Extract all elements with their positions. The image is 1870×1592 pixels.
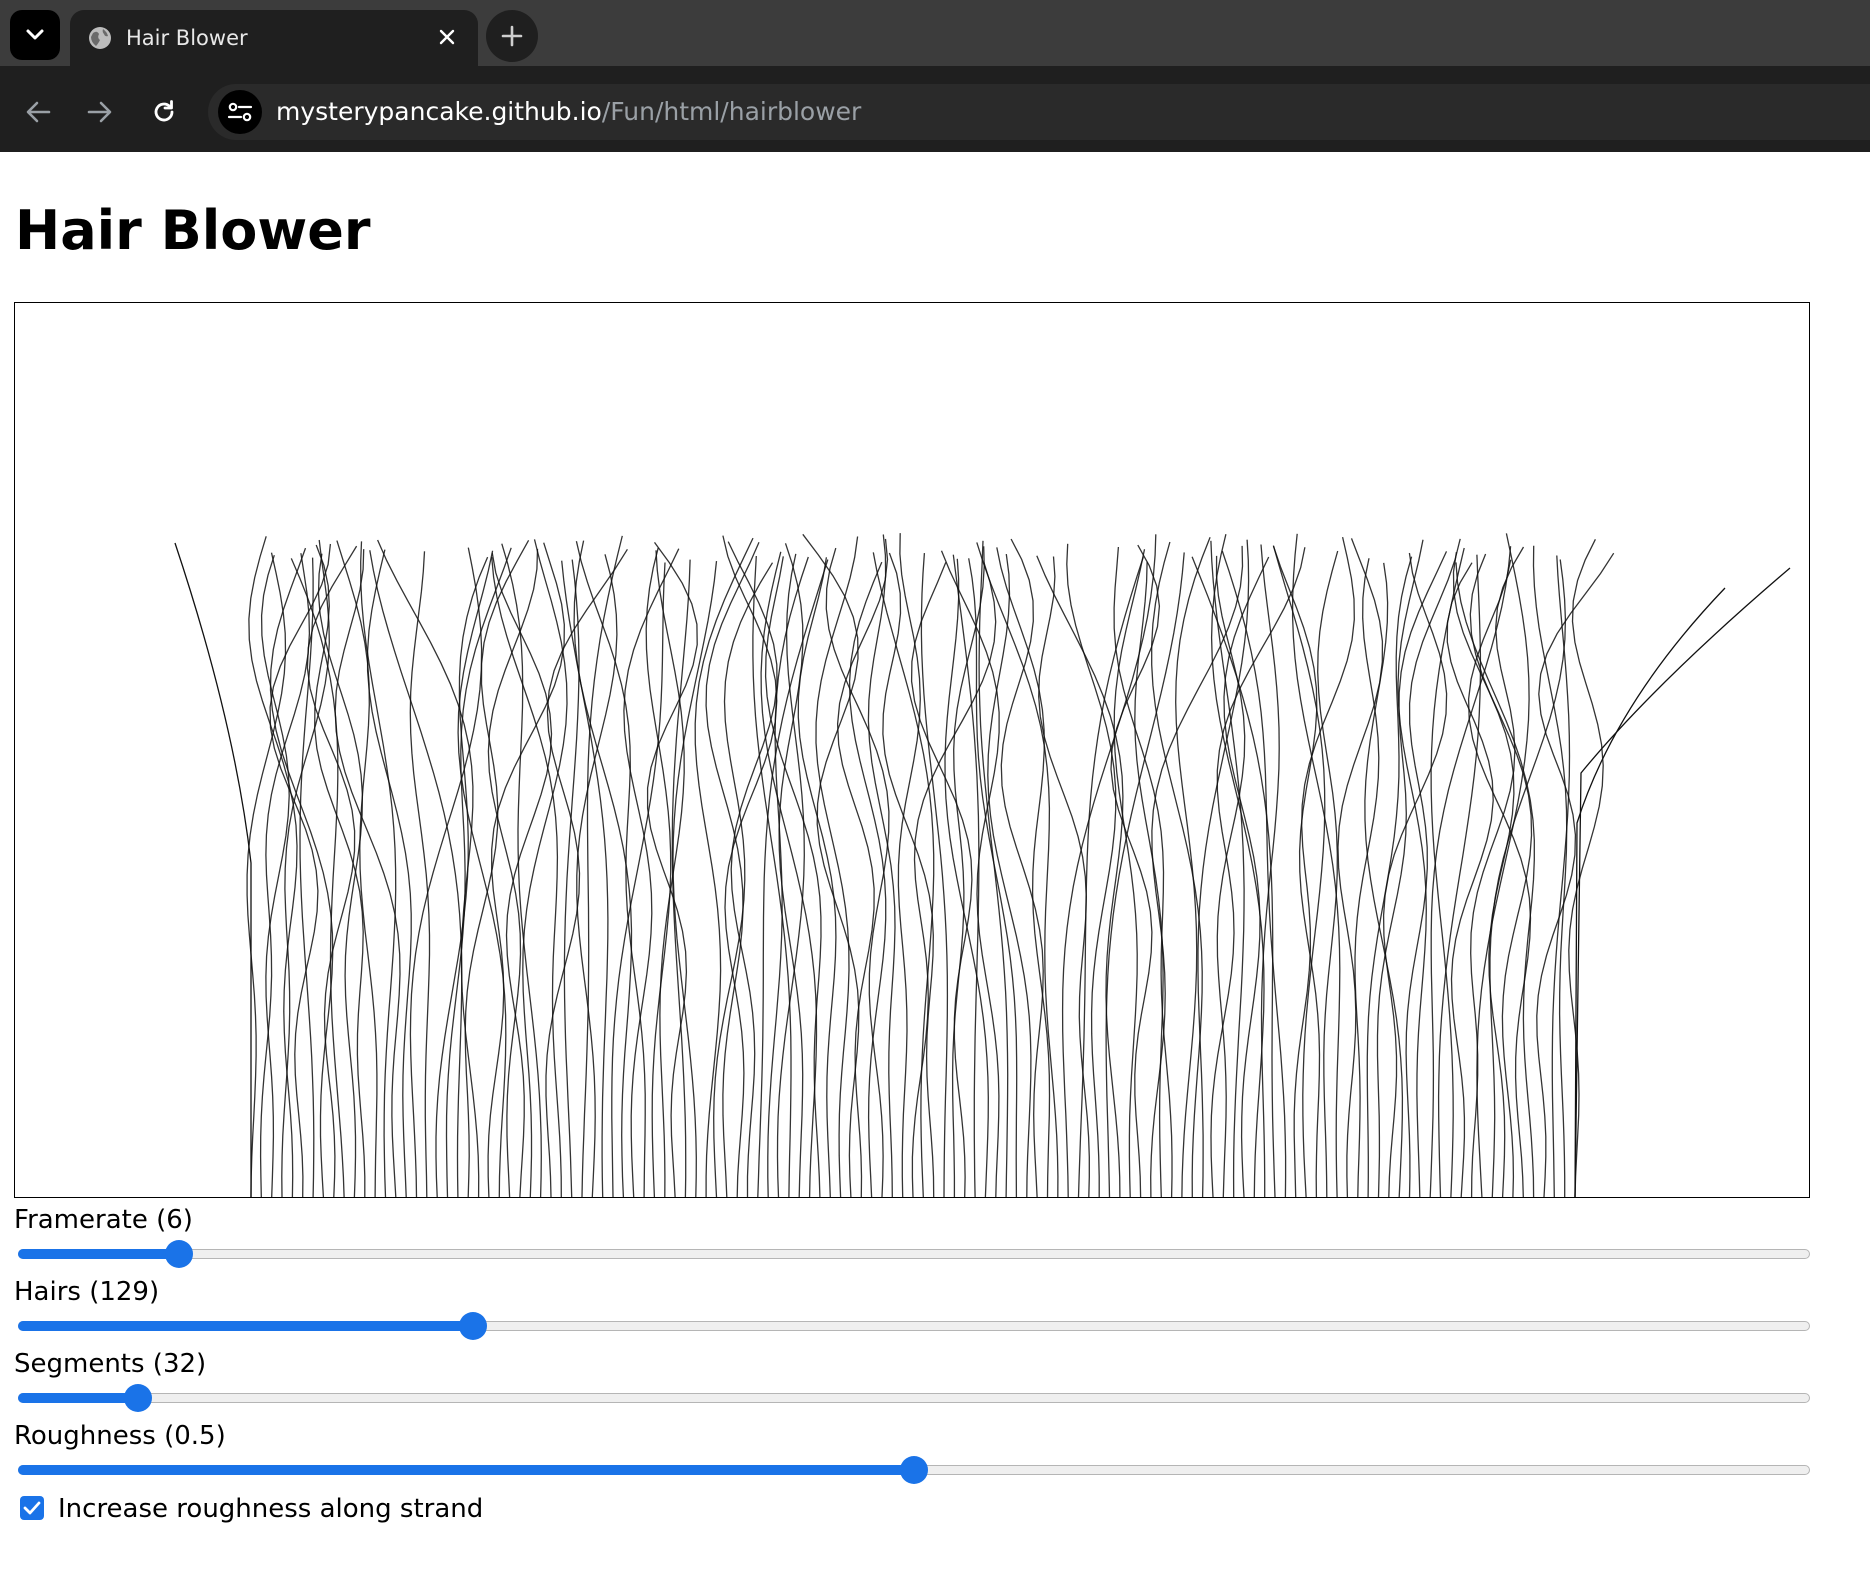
hair-strand (867, 534, 896, 1197)
slider-thumb[interactable] (459, 1312, 487, 1340)
hair-strand (815, 536, 859, 1197)
url-path: /Fun/html/hairblower (601, 97, 862, 126)
hair-strand (174, 542, 252, 1197)
hair-strand (576, 554, 618, 1197)
hair-strand (1532, 545, 1568, 1197)
segments-label: Segments (32) (14, 1349, 207, 1379)
chevron-down-icon (26, 29, 44, 40)
slider-fill (18, 1321, 473, 1331)
close-tab-icon[interactable] (432, 22, 462, 52)
arrow-right-icon (87, 101, 112, 123)
hair-strand (545, 548, 628, 1197)
hair-strand (882, 552, 935, 1197)
hair-strand (1175, 537, 1211, 1197)
tab-strip: Hair Blower (0, 0, 1870, 72)
hair-strand (1551, 555, 1571, 1197)
slider-thumb[interactable] (124, 1384, 152, 1412)
hair-strand (290, 558, 345, 1197)
hairs-label: Hairs (129) (14, 1277, 160, 1307)
hair-strand (1272, 545, 1326, 1197)
hair-canvas[interactable] (14, 302, 1810, 1198)
hair-strand (409, 547, 483, 1197)
hair-strand (435, 556, 489, 1197)
reload-button[interactable] (142, 90, 186, 134)
hair-strand (1452, 552, 1515, 1197)
segments-slider[interactable] (18, 1384, 1810, 1412)
hair-strand (1446, 562, 1494, 1197)
site-info-button[interactable] (218, 90, 262, 134)
address-bar[interactable]: mysterypancake.github.io/Fun/html/hairbl… (208, 84, 1870, 140)
plus-icon (501, 25, 523, 47)
hair-strand (366, 549, 412, 1197)
roughness-label: Roughness (0.5) (14, 1421, 226, 1451)
back-button[interactable] (16, 90, 60, 134)
hair-strand (671, 559, 691, 1197)
arrow-left-icon (26, 101, 51, 123)
slider-fill (18, 1465, 914, 1475)
hair-strands (174, 533, 1791, 1197)
hair-strand (920, 553, 949, 1197)
slider-track (18, 1249, 1810, 1259)
hair-strand (968, 558, 1018, 1197)
hair-strand (1260, 544, 1280, 1197)
slider-fill (18, 1249, 179, 1259)
hair-strand (1272, 545, 1321, 1197)
hair-strand (1077, 556, 1144, 1197)
slider-fill (18, 1393, 138, 1403)
hair-strand (445, 547, 512, 1197)
forward-button[interactable] (78, 90, 122, 134)
hair-strand (1105, 552, 1185, 1197)
tab-title: Hair Blower (126, 26, 248, 50)
checkmark-icon (23, 1501, 41, 1515)
hair-strand (360, 541, 397, 1197)
url-text: mysterypancake.github.io/Fun/html/hairbl… (276, 96, 861, 128)
reload-icon (154, 100, 174, 122)
increase-roughness-checkbox[interactable] (20, 1496, 44, 1520)
hair-strand (299, 557, 315, 1197)
hair-strand (522, 539, 568, 1197)
hair-strand (987, 554, 1032, 1197)
hairs-slider[interactable] (18, 1312, 1810, 1340)
hair-strand (978, 540, 1009, 1197)
hair-strand (377, 539, 480, 1197)
framerate-slider[interactable] (18, 1240, 1810, 1268)
hair-strand (1354, 558, 1380, 1197)
hair-strand (336, 540, 378, 1197)
hair-strand (487, 542, 565, 1197)
tab-active[interactable]: Hair Blower (70, 10, 478, 72)
tune-icon (227, 102, 253, 122)
roughness-slider[interactable] (18, 1456, 1810, 1484)
hair-strand (306, 545, 358, 1197)
page-title: Hair Blower (15, 199, 371, 262)
hair-strand (611, 562, 666, 1197)
increase-roughness-label: Increase roughness along strand (58, 1494, 484, 1524)
hair-strand (764, 556, 822, 1197)
hair-strand (1066, 543, 1117, 1197)
hair-strand (491, 556, 562, 1197)
hair-strand (575, 541, 646, 1197)
slider-thumb[interactable] (900, 1456, 928, 1484)
globe-icon (89, 27, 111, 49)
hair-strand (1382, 552, 1448, 1197)
hair-strand (1568, 539, 1604, 1197)
framerate-label: Framerate (6) (14, 1205, 193, 1235)
hair-strand (1429, 546, 1512, 1197)
slider-thumb[interactable] (165, 1240, 193, 1268)
url-host: mysterypancake.github.io (276, 97, 602, 126)
hair-strand (952, 554, 980, 1197)
hair-strand (1574, 587, 1726, 1197)
browser-toolbar: mysterypancake.github.io/Fun/html/hairbl… (0, 72, 1870, 152)
hair-strand (802, 533, 860, 1197)
new-tab-button[interactable] (486, 10, 538, 62)
hair-strand (1574, 567, 1791, 1197)
hair-strand (1134, 561, 1164, 1197)
hair-strand (1437, 554, 1482, 1197)
hair-strand (1470, 546, 1525, 1197)
tab-search-button[interactable] (10, 10, 60, 60)
slider-track (18, 1393, 1810, 1403)
hair-strand (752, 555, 792, 1197)
